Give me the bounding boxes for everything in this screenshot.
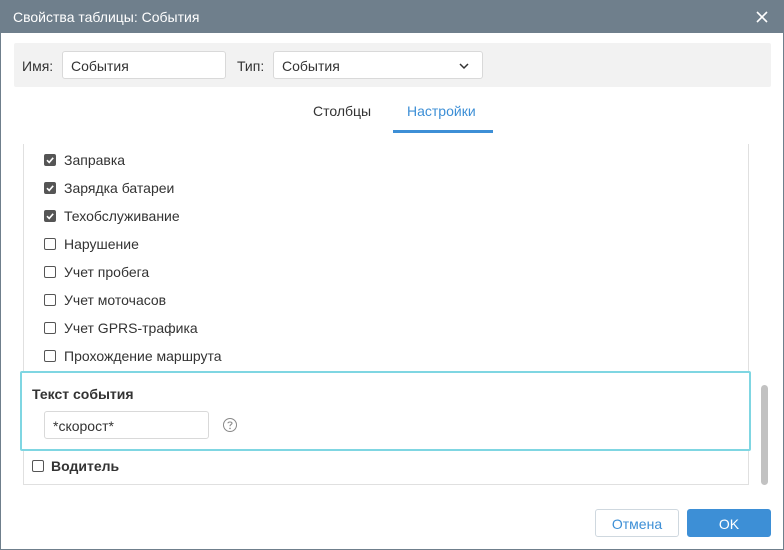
title-bar: Свойства таблицы: События [1, 1, 783, 33]
event-type-checkbox[interactable] [44, 182, 56, 194]
type-select[interactable]: События [273, 51, 483, 79]
event-type-row[interactable]: Прохождение маршрута [44, 347, 222, 365]
event-type-checkbox[interactable] [44, 238, 56, 250]
tab-bar: Столбцы Настройки [1, 93, 783, 135]
event-type-row[interactable]: Заправка [44, 151, 125, 169]
driver-label: Водитель [51, 458, 120, 474]
event-type-label: Заправка [64, 152, 126, 168]
window-title: Свойства таблицы: События [13, 9, 200, 25]
check-icon [46, 157, 54, 164]
event-type-checkbox[interactable] [44, 350, 56, 362]
check-icon [46, 185, 54, 192]
event-type-label: Учет GPRS-трафика [64, 320, 198, 336]
close-icon[interactable] [753, 8, 771, 26]
event-text-title: Текст события [32, 386, 134, 402]
event-text-section: Текст события *скорост* [20, 371, 751, 451]
check-icon [46, 213, 54, 220]
event-type-label: Нарушение [64, 236, 139, 252]
event-text-input[interactable]: *скорост* [44, 411, 209, 439]
event-type-label: Прохождение маршрута [64, 348, 222, 364]
header-form: Имя: События Тип: События [14, 43, 771, 87]
tab-settings[interactable]: Настройки [407, 103, 476, 119]
ok-button[interactable]: OK [687, 509, 771, 537]
event-type-checkbox[interactable] [44, 266, 56, 278]
chevron-down-icon [458, 59, 470, 75]
event-type-label: Учет моточасов [64, 292, 167, 308]
event-type-row[interactable]: Нарушение [44, 235, 139, 253]
scrollbar-thumb[interactable] [761, 385, 768, 485]
tab-columns[interactable]: Столбцы [313, 103, 371, 119]
event-type-label: Учет пробега [64, 264, 150, 280]
active-tab-indicator [393, 130, 493, 133]
type-select-value: События [282, 58, 340, 74]
name-input[interactable]: События [62, 51, 226, 79]
table-properties-dialog: Свойства таблицы: События Имя: События Т… [0, 0, 784, 550]
event-type-row[interactable]: Техобслуживание [44, 207, 180, 225]
event-type-row[interactable]: Учет GPRS-трафика [44, 319, 198, 337]
event-type-row[interactable]: Учет моточасов [44, 291, 166, 309]
help-icon[interactable] [222, 417, 238, 433]
type-label: Тип: [237, 58, 265, 74]
name-label: Имя: [22, 58, 54, 74]
event-type-label: Техобслуживание [64, 208, 180, 224]
event-type-row[interactable]: Зарядка батареи [44, 179, 174, 197]
event-type-checkbox[interactable] [44, 154, 56, 166]
event-type-checkbox[interactable] [44, 322, 56, 334]
driver-checkbox-row[interactable]: Водитель [32, 457, 119, 475]
cancel-button[interactable]: Отмена [595, 509, 679, 537]
event-type-checkbox[interactable] [44, 294, 56, 306]
event-type-checkbox[interactable] [44, 210, 56, 222]
event-type-row[interactable]: Учет пробега [44, 263, 149, 281]
driver-checkbox[interactable] [32, 460, 44, 472]
event-type-label: Зарядка батареи [64, 180, 175, 196]
